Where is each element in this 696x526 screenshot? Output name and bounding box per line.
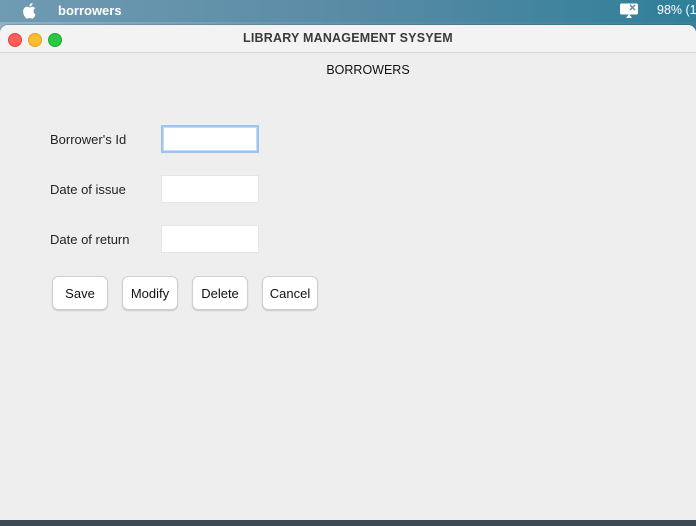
menu-bar: borrowers 98% (1	[0, 0, 696, 22]
date-of-issue-input[interactable]	[161, 175, 259, 203]
app-menu-name[interactable]: borrowers	[58, 3, 122, 18]
modify-button[interactable]: Modify	[122, 276, 178, 310]
window-titlebar[interactable]: LIBRARY MANAGEMENT SYSYEM	[0, 25, 696, 53]
display-status-icon[interactable]	[619, 2, 639, 19]
app-window: LIBRARY MANAGEMENT SYSYEM BORROWERS Borr…	[0, 25, 696, 526]
cancel-button[interactable]: Cancel	[262, 276, 318, 310]
battery-percentage[interactable]: 98% (1	[657, 3, 696, 17]
desktop-bottom-edge	[0, 520, 696, 526]
save-button[interactable]: Save	[52, 276, 108, 310]
apple-icon[interactable]	[22, 2, 36, 19]
date-of-issue-label: Date of issue	[50, 182, 126, 197]
page-heading: BORROWERS	[326, 63, 410, 77]
date-of-return-input[interactable]	[161, 225, 259, 253]
borrower-id-input[interactable]	[161, 125, 259, 153]
delete-button[interactable]: Delete	[192, 276, 248, 310]
borrower-id-label: Borrower's Id	[50, 132, 127, 147]
date-of-return-label: Date of return	[50, 232, 130, 247]
window-title: LIBRARY MANAGEMENT SYSYEM	[243, 31, 453, 45]
